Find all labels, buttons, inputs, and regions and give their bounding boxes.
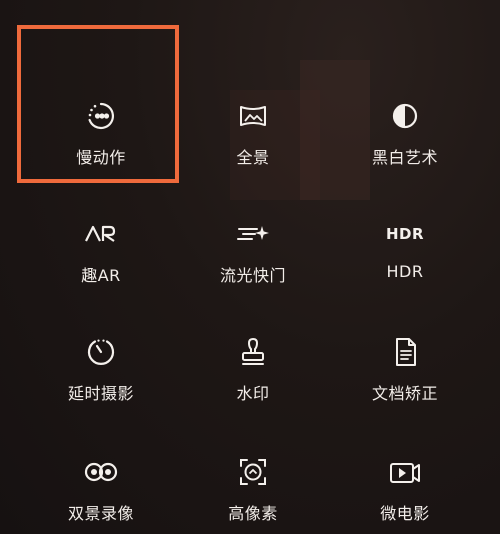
ar-icon xyxy=(83,216,119,252)
mode-light-trail[interactable]: 流光快门 xyxy=(173,216,333,316)
mode-ar[interactable]: 趣AR xyxy=(21,216,181,316)
camera-mode-grid: 慢动作 全景 黑白艺术 趣AR 流光快门 HDR HDR 延时摄影 水印 文档矫… xyxy=(0,0,500,534)
mode-label: 文档矫正 xyxy=(371,384,438,403)
slow-motion-icon xyxy=(83,98,119,134)
mode-slow-motion[interactable]: 慢动作 xyxy=(21,98,181,198)
micro-movie-icon xyxy=(387,454,423,490)
mode-label: HDR xyxy=(386,262,424,281)
mode-document-scan[interactable]: 文档矫正 xyxy=(325,334,485,434)
mode-high-resolution[interactable]: 高像素 xyxy=(173,454,333,534)
mode-label: 双景录像 xyxy=(67,504,134,523)
mode-dual-view[interactable]: 双景录像 xyxy=(21,454,181,534)
mode-label: 延时摄影 xyxy=(67,384,134,403)
hdr-icon: HDR xyxy=(385,225,425,243)
mode-monochrome[interactable]: 黑白艺术 xyxy=(325,98,485,198)
monochrome-icon xyxy=(387,98,423,134)
mode-label: 慢动作 xyxy=(76,148,126,167)
mode-label: 高像素 xyxy=(228,504,278,523)
mode-watermark[interactable]: 水印 xyxy=(173,334,333,434)
mode-label: 全景 xyxy=(236,148,270,167)
light-trail-icon xyxy=(235,216,271,252)
mode-panorama[interactable]: 全景 xyxy=(173,98,333,198)
mode-label: 微电影 xyxy=(380,504,430,523)
watermark-stamp-icon xyxy=(235,334,271,370)
mode-label: 趣AR xyxy=(81,266,121,285)
document-scan-icon xyxy=(387,334,423,370)
mode-label: 流光快门 xyxy=(219,266,286,285)
high-resolution-icon xyxy=(235,454,271,490)
mode-hdr[interactable]: HDR HDR xyxy=(325,216,485,316)
mode-timelapse[interactable]: 延时摄影 xyxy=(21,334,181,434)
dual-view-icon xyxy=(83,454,119,490)
mode-label: 水印 xyxy=(236,384,270,403)
mode-micro-movie[interactable]: 微电影 xyxy=(325,454,485,534)
timelapse-icon xyxy=(83,334,119,370)
mode-label: 黑白艺术 xyxy=(371,148,438,167)
panorama-icon xyxy=(235,98,271,134)
